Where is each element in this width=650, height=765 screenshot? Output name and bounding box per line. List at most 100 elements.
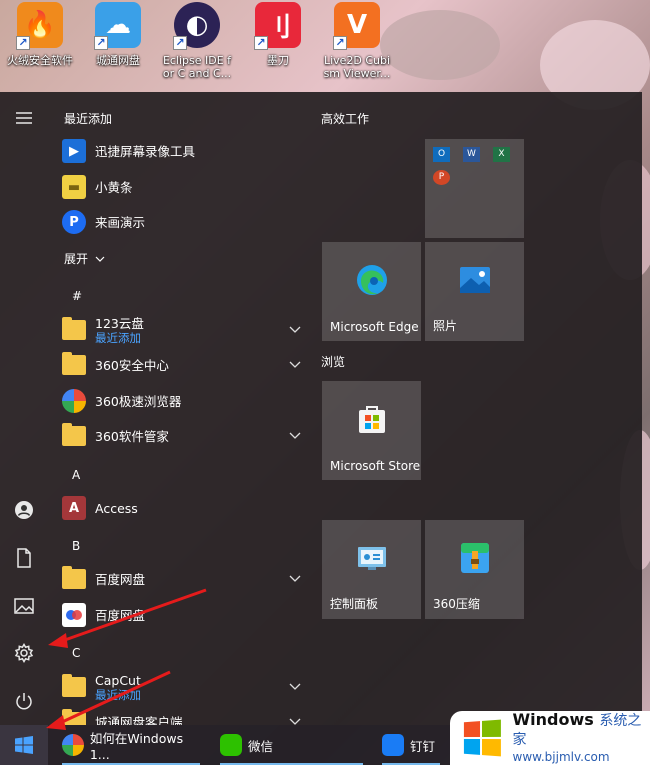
eclipse-icon: ◐ ↗ (173, 2, 220, 50)
folder-icon (62, 566, 86, 589)
tiles-panel: 高效工作 O W X P Microsoft Edge 照片 浏览 Micros… (306, 92, 642, 725)
taskbar-item-dingtalk[interactable]: 钉钉 (376, 725, 446, 765)
shortcut-arrow-icon: ↗ (333, 36, 347, 50)
pictures-button[interactable] (0, 586, 48, 626)
watermark: Windows 系统之家 www.bjjmlv.com (450, 711, 650, 765)
tile-360zip[interactable]: 360压缩 (425, 520, 524, 619)
app-item-baidu[interactable]: 百度网盘 (62, 598, 302, 632)
outlook-icon: O (433, 147, 450, 162)
documents-button[interactable] (0, 538, 48, 578)
tile-control-panel[interactable]: 控制面板 (322, 520, 421, 619)
laihua-icon: P (62, 210, 86, 234)
taskbar-item-wechat[interactable]: 微信 (214, 725, 369, 765)
app-name: 迅捷屏幕录像工具 (95, 143, 196, 159)
document-icon (17, 548, 31, 568)
tile-photos[interactable]: 照片 (425, 242, 524, 341)
desktop-icon-modao[interactable]: 刂 ↗ 墨刀 (238, 2, 318, 67)
group-letter-a[interactable]: A (72, 468, 80, 482)
desktop: 🔥 ↗ 火绒安全软件 ☁ ↗ 城通网盘 ◐ ↗ Eclipse IDE f or… (0, 0, 650, 92)
group-letter-b[interactable]: B (72, 539, 80, 553)
account-button[interactable] (0, 490, 48, 530)
windows-flag-logo (463, 719, 502, 757)
expand-button[interactable]: 展开 (64, 250, 105, 267)
power-button[interactable] (0, 681, 48, 721)
screen-recorder-icon: ▶ (62, 139, 86, 163)
chevron-down-icon (289, 575, 301, 582)
app-name: 来画演示 (95, 214, 146, 230)
start-menu: 最近添加 ▶ 迅捷屏幕录像工具 ▬ 小黄条 P 来画演示 展开 # 123云盘 … (0, 92, 642, 725)
app-name: CapCut (95, 672, 141, 688)
tile-group-title[interactable]: 高效工作 (321, 110, 369, 127)
photos-icon (459, 267, 490, 293)
app-item-xiaohuangtiao[interactable]: ▬ 小黄条 (62, 170, 302, 204)
app-name: 小黄条 (95, 179, 133, 195)
taskbar-item-label: 微信 (248, 738, 274, 754)
watermark-url: www.bjjmlv.com (512, 749, 610, 764)
powerpoint-icon: P (433, 170, 450, 185)
expand-menu-button[interactable] (0, 98, 48, 138)
group-letter-c[interactable]: C (72, 646, 80, 660)
chevron-down-icon (95, 256, 105, 262)
app-item-capcut[interactable]: CapCut 最近添加 (62, 670, 302, 704)
app-item-360-software[interactable]: 360软件管家 (62, 419, 302, 453)
app-item-access[interactable]: A Access (62, 491, 302, 525)
baidu-pan-icon (62, 603, 86, 627)
expand-label: 展开 (64, 252, 89, 266)
shortcut-arrow-icon: ↗ (94, 36, 108, 50)
pictures-icon (14, 598, 34, 614)
zip-icon (460, 543, 489, 573)
app-item-123pan[interactable]: 123云盘 最近添加 (62, 313, 302, 347)
word-icon: W (463, 147, 480, 162)
desktop-icon-label: Eclipse IDE f or C and C... (162, 54, 232, 80)
desktop-icon-label: 墨刀 (267, 54, 289, 67)
account-icon (15, 501, 33, 519)
browser-360-icon (62, 734, 84, 756)
app-list[interactable]: 最近添加 ▶ 迅捷屏幕录像工具 ▬ 小黄条 P 来画演示 展开 # 123云盘 … (48, 92, 306, 725)
app-name: 百度网盘 (95, 607, 146, 623)
desktop-icon-live2d[interactable]: V ↗ Live2D Cubi sm Viewer... (317, 2, 397, 80)
app-name: 123云盘 (95, 315, 144, 331)
desktop-icon-huorong[interactable]: 🔥 ↗ 火绒安全软件 (0, 2, 80, 67)
tile-store[interactable]: Microsoft Store (322, 381, 421, 480)
tile-edge[interactable]: Microsoft Edge (322, 242, 421, 341)
app-item-360-browser[interactable]: 360极速浏览器 (62, 384, 302, 418)
desktop-icon-label: 城通网盘 (96, 54, 140, 67)
app-item-laihua[interactable]: P 来画演示 (62, 205, 302, 239)
app-item-360-security[interactable]: 360安全中心 (62, 348, 302, 382)
excel-icon: X (493, 147, 510, 162)
app-sub-label: 最近添加 (95, 687, 141, 702)
taskbar-item-label: 如何在Windows 1... (89, 731, 184, 762)
group-letter-hash[interactable]: # (72, 289, 82, 303)
tile-group-title[interactable]: 浏览 (321, 353, 345, 370)
desktop-icon-label: Live2D Cubi sm Viewer... (323, 54, 391, 80)
app-sub-label: 最近添加 (95, 330, 141, 345)
folder-icon (62, 352, 86, 375)
desktop-icon-eclipse[interactable]: ◐ ↗ Eclipse IDE f or C and C... (157, 2, 237, 80)
wechat-icon (220, 734, 242, 756)
control-panel-icon (357, 547, 386, 570)
start-button[interactable] (0, 725, 48, 765)
chevron-down-icon (289, 432, 301, 439)
shortcut-arrow-icon: ↗ (254, 36, 268, 50)
app-name: 百度网盘 (95, 571, 146, 587)
taskbar-item-browser[interactable]: 如何在Windows 1... (56, 725, 206, 765)
access-icon: A (62, 496, 86, 520)
chevron-down-icon (289, 683, 301, 690)
modao-icon: 刂 ↗ (254, 2, 301, 50)
app-item-xunjie[interactable]: ▶ 迅捷屏幕录像工具 (62, 134, 302, 168)
hamburger-icon (16, 112, 32, 124)
desktop-icon-chengtong[interactable]: ☁ ↗ 城通网盘 (78, 2, 158, 67)
settings-button[interactable] (0, 633, 48, 673)
tile-office[interactable]: O W X P (425, 139, 524, 238)
app-item-chengtong[interactable]: 城通网盘客户端 (62, 705, 302, 725)
tile-label: 360压缩 (433, 597, 480, 611)
store-icon (358, 406, 385, 433)
start-rail (0, 92, 48, 725)
tile-label: 控制面板 (330, 597, 379, 611)
sticky-note-icon: ▬ (62, 175, 86, 199)
app-item-baidu-folder[interactable]: 百度网盘 (62, 562, 302, 596)
huorong-icon: 🔥 ↗ (16, 2, 63, 50)
tile-label: Microsoft Store (330, 459, 421, 473)
app-name: 360极速浏览器 (95, 393, 182, 409)
folder-icon (62, 709, 86, 725)
